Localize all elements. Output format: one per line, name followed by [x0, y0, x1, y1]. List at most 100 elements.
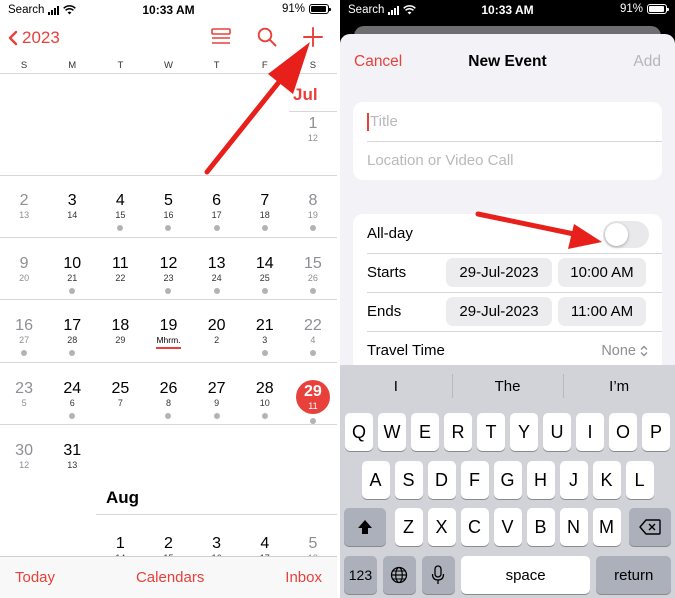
- day-cell[interactable]: 7 18: [241, 192, 289, 231]
- day-cell[interactable]: 15 26: [289, 255, 337, 294]
- event-dot: [69, 413, 76, 419]
- letter-key[interactable]: Y: [510, 413, 538, 451]
- letter-key[interactable]: B: [526, 508, 555, 546]
- day-cell[interactable]: 12 23: [144, 255, 192, 294]
- today-button[interactable]: Today: [15, 569, 55, 586]
- empty-day-cell: [48, 115, 96, 144]
- day-cell[interactable]: 19 Mhrm.: [144, 317, 192, 356]
- end-time-button[interactable]: 11:00 AM: [558, 297, 646, 326]
- delete-key[interactable]: [629, 508, 671, 546]
- letter-key[interactable]: V: [493, 508, 522, 546]
- day-cell[interactable]: 1 12: [289, 115, 337, 144]
- event-dot: [165, 288, 172, 294]
- day-cell[interactable]: 3 14: [48, 192, 96, 231]
- day-cell[interactable]: 18 29: [96, 317, 144, 356]
- day-cell[interactable]: 13 24: [193, 255, 241, 294]
- text-cursor: [367, 112, 369, 131]
- day-cell[interactable]: 14 25: [241, 255, 289, 294]
- day-number: 24: [63, 380, 82, 397]
- day-cell[interactable]: 29 11: [289, 380, 337, 424]
- event-dot: [261, 288, 268, 294]
- suggestion-item[interactable]: I’m: [563, 373, 675, 398]
- day-cell[interactable]: 20 2: [193, 317, 241, 356]
- day-cell[interactable]: 10 21: [48, 255, 96, 294]
- calendars-button[interactable]: Calendars: [136, 569, 204, 586]
- inbox-button[interactable]: Inbox: [285, 569, 322, 586]
- battery-icon: [647, 4, 669, 14]
- day-cell[interactable]: 213: [0, 192, 48, 231]
- day-cell[interactable]: 24 6: [48, 380, 96, 424]
- letter-key[interactable]: W: [378, 413, 406, 451]
- letter-key[interactable]: P: [642, 413, 670, 451]
- weekday-label: F: [261, 60, 268, 71]
- day-cell[interactable]: 27 9: [193, 380, 241, 424]
- day-cell[interactable]: 28 10: [241, 380, 289, 424]
- letter-key[interactable]: O: [609, 413, 637, 451]
- weekday-label: M: [68, 60, 77, 71]
- return-key[interactable]: return: [596, 556, 671, 594]
- search-icon[interactable]: [257, 27, 277, 47]
- hijri-month-label: Mhrm.: [156, 335, 181, 349]
- alt-calendar-date: 15: [115, 210, 126, 220]
- dictation-key[interactable]: [421, 556, 455, 594]
- day-cell[interactable]: 4 15: [96, 192, 144, 231]
- letter-key[interactable]: E: [411, 413, 439, 451]
- alt-calendar-date: 13: [19, 210, 30, 220]
- letter-key[interactable]: A: [361, 461, 390, 499]
- letter-key[interactable]: N: [559, 508, 588, 546]
- day-cell[interactable]: 22 4: [289, 317, 337, 356]
- all-day-toggle[interactable]: [603, 221, 649, 248]
- letter-key[interactable]: D: [427, 461, 456, 499]
- alt-calendar-date: 2: [214, 335, 220, 345]
- day-cell[interactable]: 16 27: [0, 317, 48, 356]
- add-button[interactable]: Add: [633, 53, 661, 71]
- location-placeholder: Location or Video Call: [367, 152, 514, 169]
- letter-key[interactable]: I: [576, 413, 604, 451]
- day-cell[interactable]: 8 19: [289, 192, 337, 231]
- letter-key[interactable]: X: [427, 508, 456, 546]
- new-event-screen: Search 10:33 AM 91% Cancel New Event Add…: [340, 0, 675, 598]
- letter-key[interactable]: S: [394, 461, 423, 499]
- start-time-button[interactable]: 10:00 AM: [558, 258, 646, 287]
- status-bar: Search 10:33 AM 91%: [340, 0, 675, 20]
- letter-key[interactable]: T: [477, 413, 505, 451]
- day-cell[interactable]: 5 16: [144, 192, 192, 231]
- add-event-icon[interactable]: [303, 27, 323, 47]
- day-cell[interactable]: 30 12: [0, 442, 48, 471]
- title-field[interactable]: Title: [353, 102, 662, 141]
- list-view-icon[interactable]: [211, 28, 231, 46]
- globe-key[interactable]: [382, 556, 416, 594]
- day-cell[interactable]: 23 5: [0, 380, 48, 424]
- letter-key[interactable]: M: [592, 508, 621, 546]
- day-cell[interactable]: 9 20: [0, 255, 48, 294]
- letter-key[interactable]: R: [444, 413, 472, 451]
- location-field[interactable]: Location or Video Call: [353, 141, 662, 180]
- day-cell[interactable]: 213: [241, 317, 289, 356]
- end-date-button[interactable]: 29-Jul-2023: [446, 297, 552, 326]
- letter-key[interactable]: K: [592, 461, 621, 499]
- back-to-year-button[interactable]: 2023: [8, 28, 60, 48]
- letter-key[interactable]: C: [460, 508, 489, 546]
- letter-key[interactable]: G: [493, 461, 522, 499]
- day-cell[interactable]: 17 28: [48, 317, 96, 356]
- day-cell[interactable]: 31 13: [48, 442, 96, 471]
- numbers-key[interactable]: 123: [344, 556, 377, 594]
- letter-key[interactable]: J: [559, 461, 588, 499]
- letter-key[interactable]: U: [543, 413, 571, 451]
- alt-calendar-date: 3: [262, 335, 268, 345]
- alt-calendar-date: Mhrm.: [144, 335, 192, 349]
- letter-key[interactable]: H: [526, 461, 555, 499]
- day-cell[interactable]: 11 22: [96, 255, 144, 294]
- suggestion-item[interactable]: The: [451, 373, 564, 398]
- letter-key[interactable]: Q: [345, 413, 373, 451]
- letter-key[interactable]: Z: [394, 508, 423, 546]
- day-cell[interactable]: 26 8: [144, 380, 192, 424]
- letter-key[interactable]: F: [460, 461, 489, 499]
- letter-key[interactable]: L: [625, 461, 654, 499]
- day-cell[interactable]: 25 7: [96, 380, 144, 424]
- day-cell[interactable]: 6 17: [193, 192, 241, 231]
- space-key[interactable]: space: [460, 556, 591, 594]
- start-date-button[interactable]: 29-Jul-2023: [446, 258, 552, 287]
- shift-key[interactable]: [344, 508, 386, 546]
- suggestion-item[interactable]: I: [340, 378, 452, 395]
